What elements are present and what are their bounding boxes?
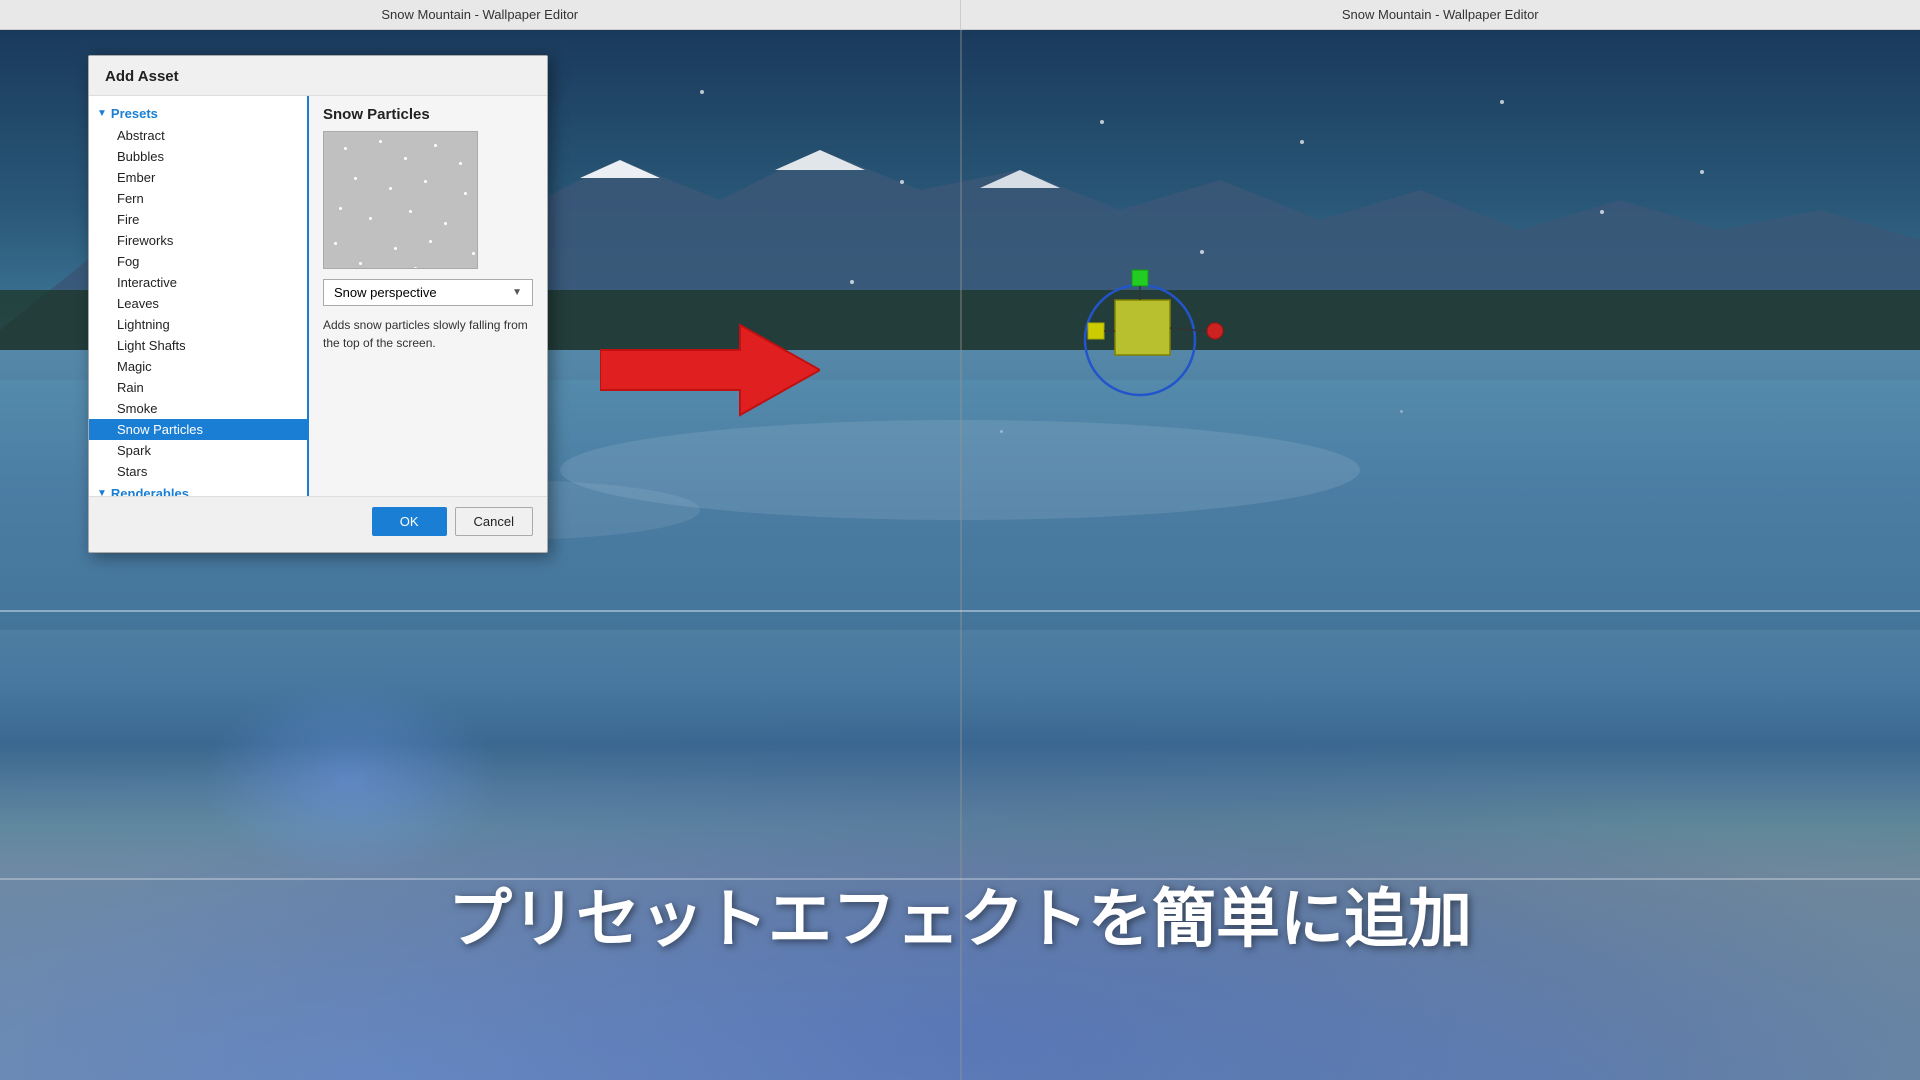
item-fire[interactable]: Fire [89,209,307,230]
screen: Snow Mountain - Wallpaper Editor Snow Mo… [0,0,1920,1080]
japanese-subtitle: プリセットエフェクトを簡単に追加 [0,868,1920,960]
item-abstract[interactable]: Abstract [89,125,307,146]
item-bubbles[interactable]: Bubbles [89,146,307,167]
presets-label: Presets [111,106,158,121]
top-bar: Snow Mountain - Wallpaper Editor Snow Mo… [0,0,1920,30]
transform-svg [1060,250,1240,430]
add-asset-dialog: Add Asset ▼ Presets Abstract Bubbles Emb… [88,55,548,553]
item-leaves[interactable]: Leaves [89,293,307,314]
perspective-dropdown[interactable]: Snow perspective ▼ [323,279,533,306]
preview-title: Snow Particles [323,106,533,123]
separator-line-top [0,610,1920,612]
top-bar-left: Snow Mountain - Wallpaper Editor [0,7,960,22]
preview-panel: Snow Particles [309,96,547,496]
presets-arrow: ▼ [97,108,107,119]
item-fern[interactable]: Fern [89,188,307,209]
category-renderables[interactable]: ▼ Renderables [89,482,307,496]
item-fireworks[interactable]: Fireworks [89,230,307,251]
ok-button[interactable]: OK [372,507,447,536]
item-spark[interactable]: Spark [89,440,307,461]
dialog-buttons: OK Cancel [89,496,547,542]
dialog-body: ▼ Presets Abstract Bubbles Ember Fern Fi… [89,96,547,496]
cancel-button[interactable]: Cancel [455,507,533,536]
category-presets[interactable]: ▼ Presets [89,102,307,125]
top-bar-right: Snow Mountain - Wallpaper Editor [961,7,1920,22]
dialog-title: Add Asset [89,56,547,96]
dropdown-caret: ▼ [512,287,522,298]
preview-description: Adds snow particles slowly falling from … [323,316,533,352]
item-smoke[interactable]: Smoke [89,398,307,419]
preview-image [323,131,478,269]
transform-widget [1060,250,1240,435]
arrow-svg [600,320,820,420]
item-magic[interactable]: Magic [89,356,307,377]
item-rain[interactable]: Rain [89,377,307,398]
item-fog[interactable]: Fog [89,251,307,272]
red-arrow [600,320,820,425]
item-lightning[interactable]: Lightning [89,314,307,335]
tree-panel[interactable]: ▼ Presets Abstract Bubbles Ember Fern Fi… [89,96,309,496]
dropdown-row: Snow perspective ▼ [323,279,533,306]
title-right: Snow Mountain - Wallpaper Editor [1342,7,1539,22]
dropdown-value: Snow perspective [334,285,437,300]
renderables-arrow: ▼ [97,488,107,496]
item-ember[interactable]: Ember [89,167,307,188]
item-light-shafts[interactable]: Light Shafts [89,335,307,356]
title-left: Snow Mountain - Wallpaper Editor [381,7,578,22]
item-snow-particles[interactable]: Snow Particles [89,419,307,440]
renderables-label: Renderables [111,486,189,496]
item-stars[interactable]: Stars [89,461,307,482]
item-interactive[interactable]: Interactive [89,272,307,293]
